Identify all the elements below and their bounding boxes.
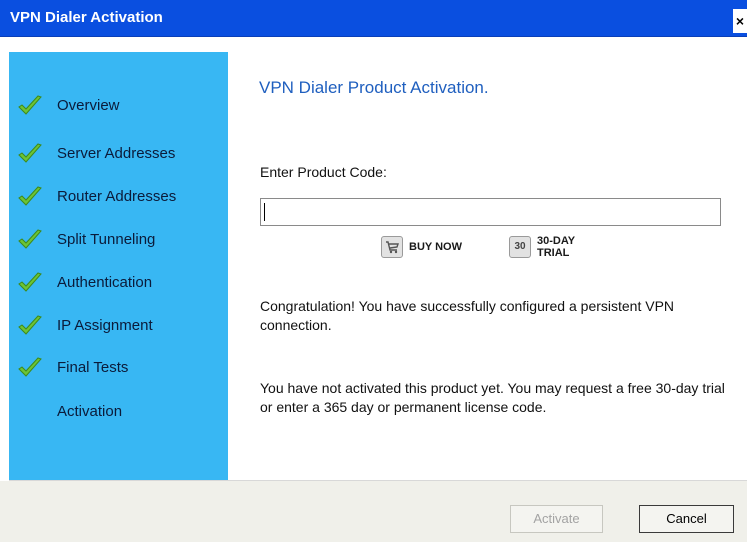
sidebar: Overview Server Addresses Router Address… <box>9 52 228 480</box>
sidebar-item-label: Server Addresses <box>57 145 176 162</box>
sidebar-item-authentication[interactable]: Authentication <box>9 269 228 299</box>
cart-icon <box>381 236 403 258</box>
checkmark-icon <box>18 143 42 163</box>
sidebar-item-label: Router Addresses <box>57 188 177 205</box>
trial-label-line1: 30-DAY <box>537 235 576 247</box>
buy-now-link[interactable]: BUY NOW <box>381 236 462 258</box>
sidebar-item-label: Authentication <box>57 274 153 291</box>
success-message: Congratulation! You have successfully co… <box>260 298 675 333</box>
trial-label-line2: TRIAL <box>537 247 570 259</box>
trial-link[interactable]: 30 30-DAY TRIAL <box>509 235 575 259</box>
text-cursor <box>264 203 265 221</box>
product-code-input[interactable] <box>260 198 721 226</box>
sidebar-item-overview[interactable]: Overview <box>9 92 228 122</box>
product-code-label: Enter Product Code: <box>260 164 387 180</box>
checkmark-icon <box>18 229 42 249</box>
sidebar-item-label: Final Tests <box>57 359 129 376</box>
sidebar-item-split-tunneling[interactable]: Split Tunneling <box>9 226 228 256</box>
window-title: VPN Dialer Activation <box>10 9 163 26</box>
checkmark-icon <box>18 186 42 206</box>
buy-now-label: BUY NOW <box>409 241 462 253</box>
sidebar-item-final-tests[interactable]: Final Tests <box>9 354 228 384</box>
close-button[interactable]: × <box>733 9 747 33</box>
sidebar-item-server-addresses[interactable]: Server Addresses <box>9 140 228 170</box>
cancel-button[interactable]: Cancel <box>639 505 734 533</box>
sidebar-item-label: Activation <box>57 403 123 420</box>
activate-button[interactable]: Activate <box>510 505 603 533</box>
checkmark-icon <box>18 272 42 292</box>
sidebar-item-label: Overview <box>57 97 120 114</box>
checkmark-icon <box>18 357 42 377</box>
main-content: VPN Dialer Product Activation. Enter Pro… <box>228 52 747 480</box>
page-title: VPN Dialer Product Activation. <box>259 78 489 97</box>
sidebar-item-ip-assignment[interactable]: IP Assignment <box>9 312 228 342</box>
sidebar-item-label: IP Assignment <box>57 317 153 334</box>
activation-notice: You have not activated this product yet.… <box>260 380 725 415</box>
sidebar-item-label: Split Tunneling <box>57 231 156 248</box>
checkmark-icon <box>18 315 42 335</box>
footer: Activate Cancel <box>0 481 747 542</box>
sidebar-item-activation[interactable]: Activation <box>9 398 228 428</box>
sidebar-item-router-addresses[interactable]: Router Addresses <box>9 183 228 213</box>
close-icon: × <box>735 13 745 29</box>
checkmark-icon <box>18 95 42 115</box>
calendar-30-icon: 30 <box>509 236 531 258</box>
title-bar: VPN Dialer Activation × <box>0 0 747 37</box>
